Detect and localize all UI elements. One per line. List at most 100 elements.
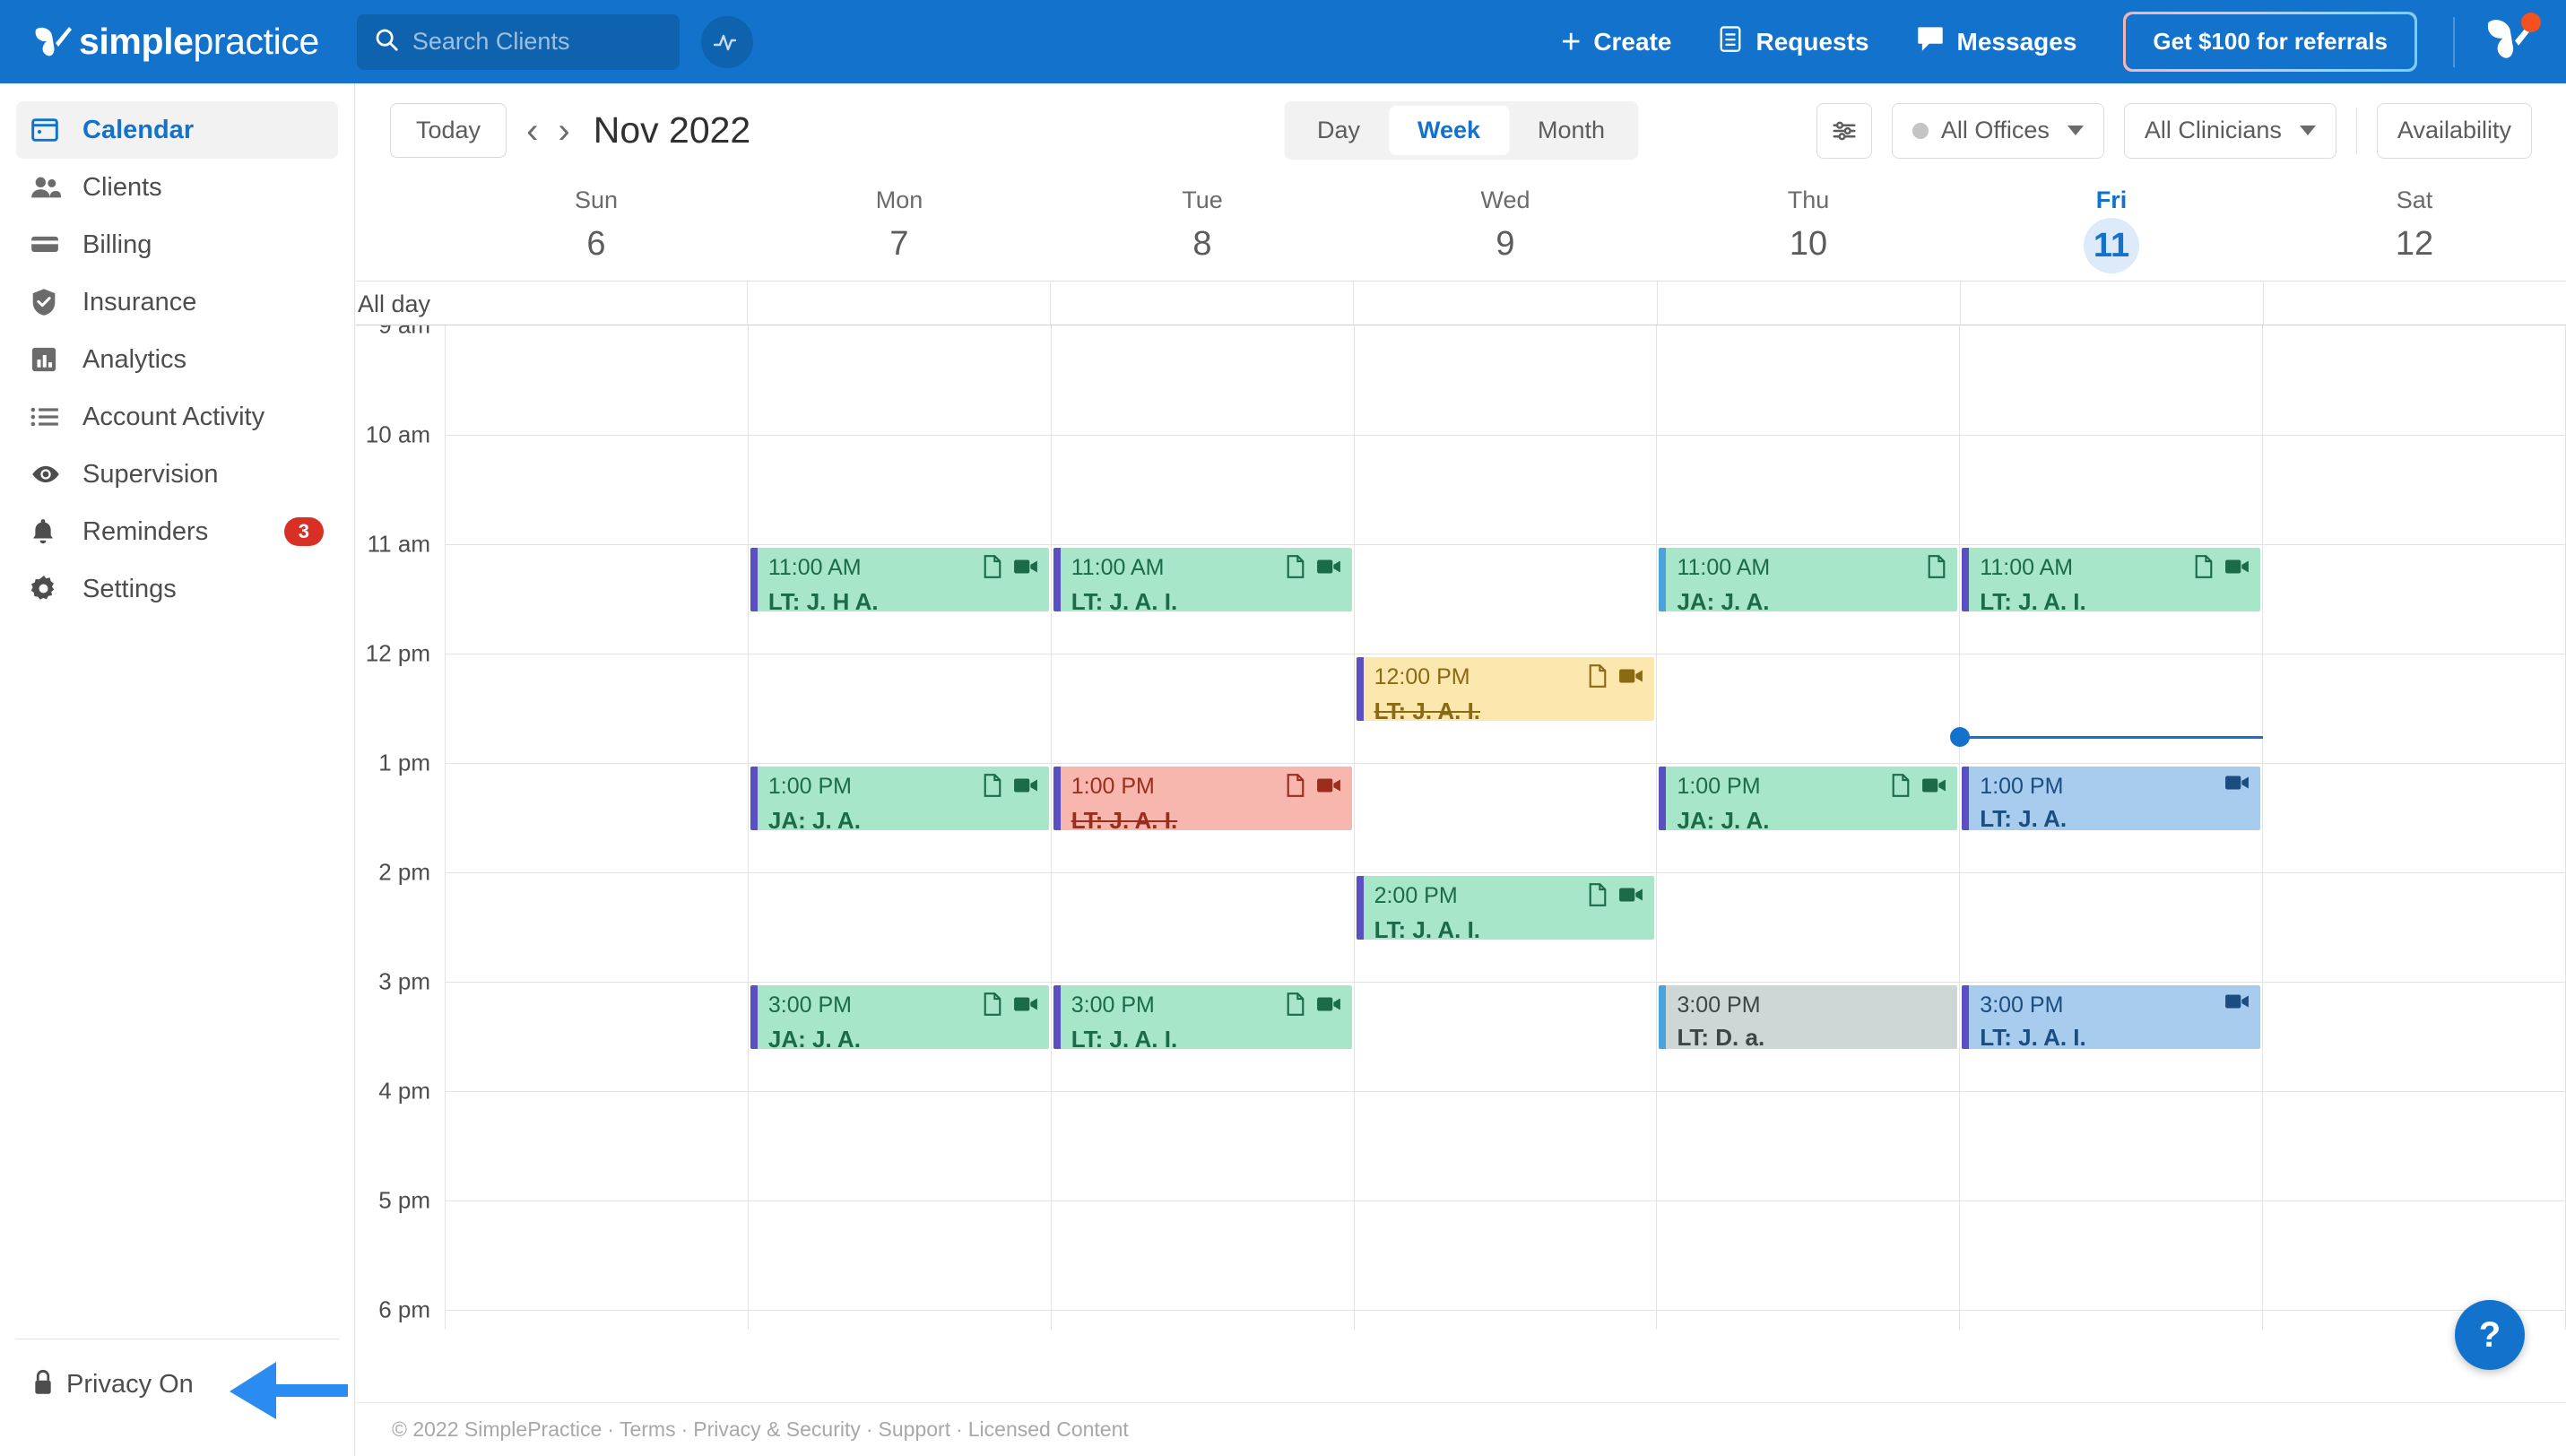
chevron-right-icon[interactable]: ›: [558, 113, 569, 149]
appointment-color-bar: [1962, 548, 1969, 611]
appointment-time: 11:00 AM: [1071, 555, 1165, 581]
tab-week[interactable]: Week: [1389, 106, 1509, 155]
day-header-sat[interactable]: Sat12: [2263, 178, 2566, 281]
appointment-color-bar: [1053, 767, 1061, 830]
sliders-icon[interactable]: [1816, 103, 1872, 159]
avatar[interactable]: [2484, 14, 2539, 70]
day-header-sun[interactable]: Sun6: [445, 178, 748, 281]
sidebar-item-calendar[interactable]: Calendar: [16, 101, 338, 159]
footer-sep: ·: [866, 1417, 873, 1442]
appointment-client-name: LT: J. A.: [1980, 805, 2250, 830]
day-column-fri[interactable]: 11:00 AMLT: J. A. I. 1:00 PMLT: J. A. 3:00…: [1959, 325, 2262, 1330]
sidebar-item-reminders[interactable]: Reminders 3: [16, 503, 338, 560]
eye-icon: [30, 464, 70, 485]
day-column-sun[interactable]: [445, 325, 748, 1330]
day-column-thu[interactable]: 11:00 AMJA: J. A. 1:00 PMJA: J. A. 3:00 PM…: [1656, 325, 1959, 1330]
appointment-time: 3:00 PM: [1980, 992, 2063, 1018]
all-day-cell[interactable]: [1353, 282, 1656, 325]
appointment-block[interactable]: 3:00 PMLT: J. A. I.: [1962, 985, 2260, 1049]
create-button[interactable]: + Create: [1561, 25, 1671, 59]
chevron-left-icon[interactable]: ‹: [526, 113, 538, 149]
appointment-block[interactable]: 1:00 PMJA: J. A.: [750, 767, 1049, 830]
sidebar-item-supervision[interactable]: Supervision: [16, 446, 338, 503]
document-icon: [1588, 664, 1608, 692]
appointment-color-bar: [750, 548, 758, 611]
appointment-block[interactable]: 11:00 AMJA: J. A.: [1659, 548, 1957, 611]
video-icon: [1921, 776, 1946, 799]
referral-button[interactable]: Get $100 for referrals: [2123, 12, 2417, 72]
appointment-block[interactable]: 12:00 PMLT: J. A. I.: [1357, 657, 1655, 721]
help-button[interactable]: ?: [2455, 1300, 2525, 1370]
footer-link-support[interactable]: Support: [879, 1417, 951, 1442]
calendar-toolbar: Today ‹ › Nov 2022 Day Week Month All Of…: [356, 83, 2566, 178]
sidebar-item-account-activity[interactable]: Account Activity: [16, 388, 338, 446]
sidebar-item-settings[interactable]: Settings: [16, 560, 338, 618]
all-day-cell[interactable]: [1960, 282, 2263, 325]
sidebar-item-insurance[interactable]: Insurance: [16, 273, 338, 331]
appointment-time: 2:00 PM: [1374, 883, 1458, 909]
current-time-indicator: [1960, 736, 2263, 739]
brand-name-light: practice: [194, 21, 319, 62]
tab-day[interactable]: Day: [1288, 106, 1389, 155]
appointment-block[interactable]: 11:00 AMLT: J. A. I.: [1962, 548, 2260, 611]
day-header-wed[interactable]: Wed9: [1354, 178, 1657, 281]
office-color-dot: [1912, 123, 1929, 139]
day-number: 12: [2263, 225, 2566, 264]
all-day-cell[interactable]: [747, 282, 1050, 325]
footer-link-licensed-content[interactable]: Licensed Content: [968, 1417, 1129, 1442]
messages-button[interactable]: Messages: [1916, 24, 2077, 59]
video-icon: [1316, 776, 1341, 799]
appointment-block[interactable]: 3:00 PMLT: D. a.: [1659, 985, 1957, 1049]
day-column-tue[interactable]: 11:00 AMLT: J. A. I.1:00 PMLT: J. A. I.3…: [1051, 325, 1354, 1330]
sidebar-item-analytics[interactable]: Analytics: [16, 331, 338, 388]
brand-logo[interactable]: simplepractice: [32, 21, 319, 63]
bell-icon: [30, 518, 70, 545]
all-day-cell[interactable]: [1657, 282, 1960, 325]
appointment-block[interactable]: 1:00 PMLT: J. A.: [1962, 767, 2260, 830]
day-column-wed[interactable]: 12:00 PMLT: J. A. I. 2:00 PMLT: J. A. I.: [1354, 325, 1657, 1330]
all-day-cell[interactable]: [445, 282, 747, 325]
appointment-block[interactable]: 3:00 PMJA: J. A.: [750, 985, 1049, 1049]
calendar-grid-scroll[interactable]: 9 am10 am11 am12 pm1 pm2 pm3 pm4 pm5 pm6…: [356, 325, 2566, 1330]
document-icon: [1286, 774, 1305, 802]
day-column-mon[interactable]: 11:00 AMLT: J. H A. 1:00 PMJA: J. A. 3:00 …: [748, 325, 1051, 1330]
footer-link-privacy[interactable]: Privacy & Security: [693, 1417, 861, 1442]
availability-button[interactable]: Availability: [2377, 103, 2532, 159]
appointment-block[interactable]: 11:00 AMLT: J. A. I.: [1053, 548, 1352, 611]
appointment-block[interactable]: 2:00 PMLT: J. A. I.: [1357, 876, 1655, 940]
client-search-box[interactable]: [357, 14, 680, 70]
appointment-color-bar: [1053, 548, 1061, 611]
offices-filter-dropdown[interactable]: All Offices: [1892, 103, 2104, 159]
appointment-block[interactable]: 3:00 PMLT: J. A. I.: [1053, 985, 1352, 1049]
chevron-down-icon: [2068, 126, 2084, 135]
clinicians-filter-dropdown[interactable]: All Clinicians: [2124, 103, 2336, 159]
today-button[interactable]: Today: [390, 103, 507, 158]
requests-button[interactable]: Requests: [1718, 24, 1868, 59]
hour-gridline: [445, 1091, 2566, 1092]
chevron-down-icon: [2300, 126, 2316, 135]
tab-month[interactable]: Month: [1509, 106, 1634, 155]
current-time-dot: [1950, 727, 1970, 747]
sidebar-item-billing[interactable]: Billing: [16, 216, 338, 273]
day-header-tue[interactable]: Tue8: [1051, 178, 1354, 281]
appointment-client-name: LT: J. A. I.: [1071, 1026, 1341, 1049]
day-header-fri[interactable]: Fri11: [1960, 178, 2263, 281]
appointment-time: 11:00 AM: [768, 555, 862, 581]
appointment-block[interactable]: 1:00 PMJA: J. A.: [1659, 767, 1957, 830]
appointment-block[interactable]: 11:00 AMLT: J. H A.: [750, 548, 1049, 611]
search-input[interactable]: [412, 28, 663, 56]
appointment-time: 1:00 PM: [768, 774, 852, 800]
video-icon: [1618, 667, 1643, 689]
appointment-color-bar: [1962, 767, 1969, 830]
appointment-block[interactable]: 1:00 PMLT: J. A. I.: [1053, 767, 1352, 830]
sidebar-item-clients[interactable]: Clients: [16, 159, 338, 216]
day-header-thu[interactable]: Thu10: [1657, 178, 1960, 281]
hour-gridline: [445, 435, 2566, 436]
day-header-mon[interactable]: Mon7: [748, 178, 1051, 281]
all-day-cell[interactable]: [1050, 282, 1353, 325]
day-column-sat[interactable]: [2262, 325, 2566, 1330]
all-day-cell[interactable]: [2263, 282, 2566, 325]
analytics-pulse-icon[interactable]: [701, 16, 753, 68]
footer-link-terms[interactable]: Terms: [620, 1417, 676, 1442]
notification-dot: [2521, 13, 2541, 32]
